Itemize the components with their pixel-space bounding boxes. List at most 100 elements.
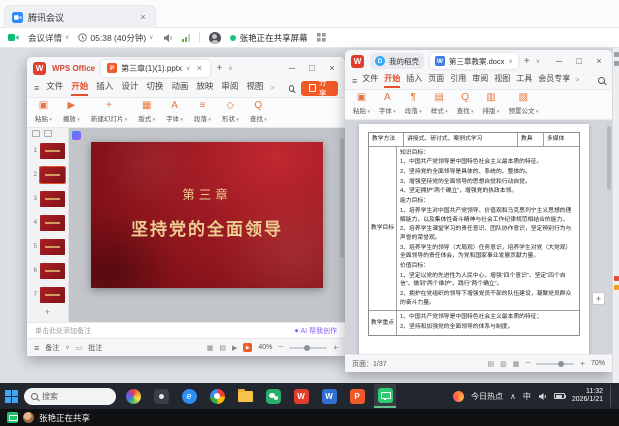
slide-thumbnail[interactable]: 4 <box>27 211 68 235</box>
close-tab-icon[interactable] <box>138 12 148 22</box>
zoom-slider[interactable] <box>536 363 574 365</box>
close-window-button[interactable] <box>592 56 606 66</box>
search-icon[interactable] <box>289 85 295 92</box>
outline-view-icon[interactable] <box>32 130 40 137</box>
document-area[interactable]: 教学方法讲授式、研讨式、案例式学习教具多媒体 教学目标 知识目标：1、中国共产党… <box>345 120 612 354</box>
menu-tab[interactable]: 插入 <box>406 73 422 88</box>
menu-tab[interactable]: 设计 <box>121 80 138 96</box>
toolbar-button[interactable]: ◇ 形状 <box>222 100 239 123</box>
add-slide-button[interactable] <box>27 307 68 317</box>
taskbar-app-dark[interactable] <box>150 384 172 408</box>
tray-speaker-icon[interactable] <box>538 392 547 401</box>
slide-canvas[interactable]: 第三章 坚持党的全面领导 <box>69 128 345 322</box>
toolbar-button[interactable]: ¶ 段落 <box>405 92 422 115</box>
notes-bar[interactable]: 单击此处添加备注 AI 帮我创作 <box>27 322 345 338</box>
toolbar-button[interactable]: ▥ 排版 <box>483 92 500 115</box>
show-desktop-button[interactable] <box>610 385 614 407</box>
home-tab[interactable]: D 我的稻壳 <box>370 53 424 69</box>
toolbar-button[interactable]: ▤ 样式 <box>431 92 448 115</box>
menu-tab[interactable]: 开始 <box>384 73 400 88</box>
menu-tab[interactable]: 视图 <box>246 80 263 96</box>
document-page[interactable]: 教学方法讲授式、研讨式、案例式学习教具多媒体 教学目标 知识目标：1、中国共产党… <box>359 124 589 354</box>
menu-tab[interactable]: 工具 <box>516 73 532 88</box>
menu-tab[interactable]: 审阅 <box>221 80 238 96</box>
web-view-icon[interactable]: ▥ <box>500 360 507 368</box>
taskbar-file-explorer[interactable] <box>234 384 256 408</box>
page-view-icon[interactable]: ▤ <box>487 360 494 368</box>
taskbar-app-browser[interactable] <box>178 384 200 408</box>
meeting-tab[interactable]: 腾讯会议 <box>4 5 156 28</box>
toolbar-button[interactable]: ▦ 版式 <box>138 100 155 123</box>
canvas-scrollbar[interactable] <box>340 138 344 258</box>
taskbar-wechat[interactable] <box>262 384 284 408</box>
new-page-button[interactable] <box>592 292 605 305</box>
wps-ai-icon[interactable] <box>72 131 81 140</box>
menu-tab[interactable]: 审阅 <box>472 73 488 88</box>
menu-tab[interactable]: 动画 <box>171 80 188 96</box>
ime-indicator[interactable]: 中 <box>523 391 531 402</box>
minimize-button[interactable] <box>285 63 299 73</box>
menu-tab[interactable]: 会员专享 <box>538 73 570 88</box>
toolbar-button[interactable]: ▣ 粘贴 <box>35 100 52 123</box>
taskbar-screen-share-app[interactable] <box>374 384 396 408</box>
taskbar-wps-presentation[interactable] <box>346 384 368 408</box>
menu-tab[interactable]: 视图 <box>494 73 510 88</box>
menu-tab[interactable]: 插入 <box>96 80 113 96</box>
menu-tab[interactable]: 文件 <box>362 73 378 88</box>
hotspot-label[interactable]: 今日热点 <box>471 391 503 402</box>
new-tab-button[interactable] <box>216 63 222 74</box>
maximize-button[interactable] <box>572 56 586 66</box>
toolbar-button[interactable]: A 字体 <box>379 92 396 115</box>
document-scrollbar[interactable] <box>607 126 611 190</box>
menu-tab[interactable]: 页面 <box>428 73 444 88</box>
taskbar-wps-office[interactable] <box>290 384 312 408</box>
notes-placeholder[interactable]: 单击此处添加备注 <box>35 326 91 336</box>
zoom-in-button[interactable] <box>333 343 338 352</box>
battery-icon[interactable] <box>554 393 565 399</box>
toolbar-button[interactable]: Q 查找 <box>457 92 474 115</box>
slideshow-button[interactable] <box>243 343 252 352</box>
menu-tab[interactable]: 文件 <box>46 80 63 96</box>
start-button[interactable] <box>5 390 18 403</box>
layout-grid-icon[interactable] <box>317 33 326 42</box>
more-menus-icon[interactable] <box>270 85 274 92</box>
taskbar-app-colorful-ball[interactable] <box>122 384 144 408</box>
toolbar-button[interactable]: Q 查找 <box>250 100 267 123</box>
taskbar-app-camera[interactable] <box>206 384 228 408</box>
meeting-timer[interactable]: 05:38 (40分钟) <box>78 32 153 44</box>
menu-tab[interactable]: 放映 <box>196 80 213 96</box>
more-menus-icon[interactable] <box>575 77 579 84</box>
toolbar-button[interactable]: ▧ 预置公文 <box>508 92 538 115</box>
ai-create-button[interactable]: AI 帮我创作 <box>295 326 337 336</box>
taskbar-wps-writer[interactable] <box>318 384 340 408</box>
close-document-icon[interactable] <box>194 63 204 73</box>
zoom-out-button[interactable] <box>525 360 530 367</box>
reading-view-icon[interactable]: ▶ <box>232 344 237 352</box>
hotspot-icon[interactable] <box>453 391 464 402</box>
meeting-side-panel-edge[interactable] <box>612 48 619 383</box>
tray-expand-icon[interactable] <box>510 392 516 401</box>
toolbar-button[interactable]: ▣ 粘贴 <box>353 92 370 115</box>
meeting-details-button[interactable]: 会议详情 <box>28 32 69 44</box>
slide-view-icon[interactable] <box>44 130 52 137</box>
toolbar-button[interactable]: ≡ 段落 <box>194 100 211 123</box>
taskbar-clock[interactable]: 11:32 2026/1/21 <box>572 388 603 405</box>
minimize-button[interactable] <box>552 56 566 66</box>
share-button[interactable]: 分享 <box>301 81 338 96</box>
participant-avatar[interactable] <box>209 32 221 44</box>
toolbar-button[interactable]: A 字体 <box>166 100 183 123</box>
speaker-icon[interactable] <box>163 33 173 43</box>
tab-list-icon[interactable] <box>536 58 540 65</box>
notes-toggle[interactable]: 备注 <box>45 343 59 353</box>
toolbar-button[interactable]: + 新建幻灯片 <box>91 100 127 123</box>
close-window-button[interactable] <box>325 63 339 73</box>
doc-document-tab[interactable]: W 第三章教案.docx <box>430 53 518 69</box>
search-icon[interactable] <box>598 77 605 84</box>
zoom-slider[interactable] <box>289 347 327 349</box>
slide-thumbnail[interactable]: 1 <box>27 139 68 163</box>
hamburger-menu-icon[interactable] <box>352 76 357 86</box>
comment-icon[interactable]: ▭ <box>76 344 83 352</box>
zoom-out-button[interactable] <box>278 344 283 351</box>
comments-toggle[interactable]: 批注 <box>88 343 102 353</box>
ppt-document-tab[interactable]: P 第三章(1)(1).pptx <box>101 60 210 77</box>
